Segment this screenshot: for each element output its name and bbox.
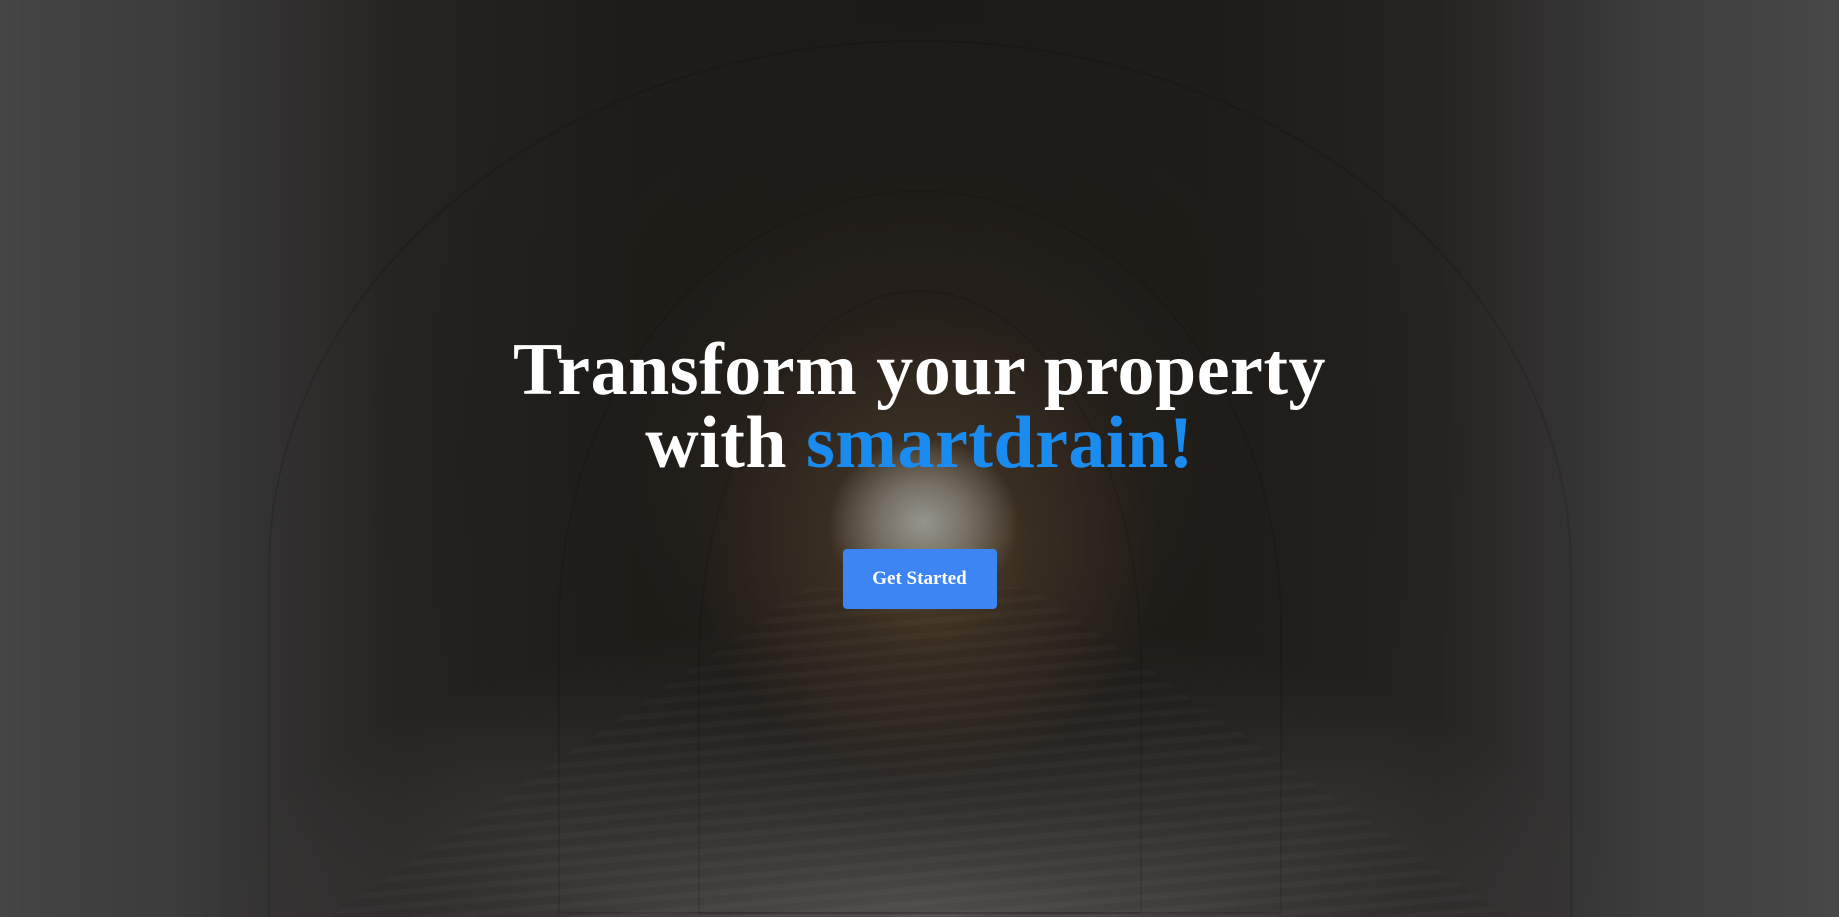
hero-section: Transform your property with smartdrain!… — [0, 0, 1839, 917]
headline-line-1: Transform your property — [512, 329, 1327, 411]
brand-name: smartdrain! — [806, 402, 1194, 484]
hero-headline: Transform your property with smartdrain! — [0, 333, 1839, 480]
get-started-button[interactable]: Get Started — [842, 549, 997, 609]
headline-line-2-prefix: with — [645, 402, 806, 484]
hero-content: Transform your property with smartdrain!… — [0, 333, 1839, 609]
